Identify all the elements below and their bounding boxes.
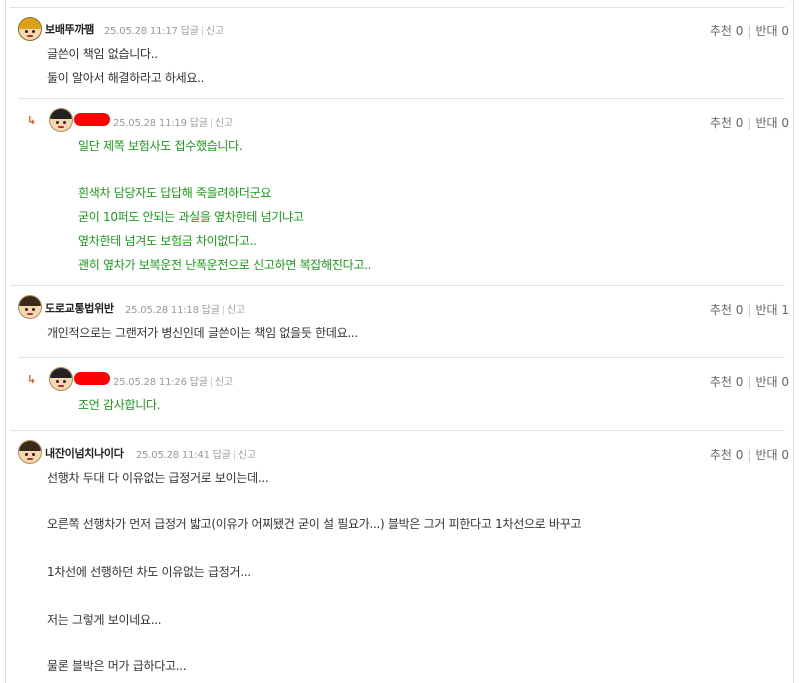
avatar[interactable] <box>49 367 73 391</box>
avatar[interactable] <box>18 295 42 319</box>
comment-text: 일단 제쪽 보험사도 접수했습니다. <box>78 139 243 153</box>
avatar[interactable] <box>18 17 42 41</box>
timestamp: 25.05.28 11:26 <box>113 377 187 388</box>
reply-arrow-icon: ↳ <box>27 373 37 386</box>
author-name[interactable]: 내잔이넘치나이다 <box>45 445 124 461</box>
downvote-button[interactable]: 반대 1 <box>755 303 789 317</box>
reply-link[interactable]: 답글 <box>202 305 220 316</box>
comment-text: 흰색차 담당자도 답답해 죽을려하더군요 <box>78 186 272 200</box>
report-link[interactable]: 신고 <box>215 118 233 129</box>
comment-meta: 25.05.28 11:18 답글 | 신고 <box>125 305 245 316</box>
divider <box>10 285 785 286</box>
divider <box>18 98 785 99</box>
downvote-button[interactable]: 반대 0 <box>755 116 789 130</box>
vote-box: 추천 0 | 반대 0 <box>709 24 789 38</box>
comment-text: 괜히 옆차가 보복운전 난폭운전으로 신고하면 복잡해진다고.. <box>78 258 372 272</box>
vote-box: 추천 0 | 반대 0 <box>709 375 789 389</box>
comment-text: 옆차한테 넘겨도 보험금 차이없다고.. <box>78 234 257 248</box>
comment-text: 둘이 알아서 해결하라고 하세요.. <box>47 71 205 85</box>
comment-list <box>5 0 794 683</box>
vote-box: 추천 0 | 반대 0 <box>709 116 789 130</box>
reply-link[interactable]: 답글 <box>190 118 208 129</box>
downvote-button[interactable]: 반대 0 <box>755 375 789 389</box>
comment-text: 선행차 두대 다 이유없는 급정거로 보이는데... <box>47 471 269 485</box>
upvote-button[interactable]: 추천 0 <box>710 303 744 317</box>
timestamp: 25.05.28 11:18 <box>125 305 199 316</box>
downvote-button[interactable]: 반대 0 <box>755 448 789 462</box>
timestamp: 25.05.28 11:17 <box>104 26 178 37</box>
reply-link[interactable]: 답글 <box>213 450 231 461</box>
avatar[interactable] <box>18 440 42 464</box>
timestamp: 25.05.28 11:19 <box>113 118 187 129</box>
reply-link[interactable]: 답글 <box>190 377 208 388</box>
comment-text: 굳이 10퍼도 안되는 과실을 옆차한테 넘기냐고 <box>78 210 304 224</box>
divider <box>10 7 785 8</box>
comment-meta: 25.05.28 11:26 답글 | 신고 <box>113 377 233 388</box>
reply-link[interactable]: 답글 <box>181 26 199 37</box>
divider <box>10 430 785 431</box>
comment-text: 물론 블박은 머가 급하다고... <box>47 659 187 673</box>
upvote-button[interactable]: 추천 0 <box>710 375 744 389</box>
author-name[interactable]: 도로교통법위반 <box>45 300 114 316</box>
downvote-button[interactable]: 반대 0 <box>755 24 789 38</box>
reply-arrow-icon: ↳ <box>27 114 37 127</box>
upvote-button[interactable]: 추천 0 <box>710 116 744 130</box>
upvote-button[interactable]: 추천 0 <box>710 448 744 462</box>
comment-text: 오른쪽 선행차가 먼저 급정거 밟고(이유가 어찌됐건 굳이 설 필요가...)… <box>47 517 582 531</box>
comment-meta: 25.05.28 11:17 답글 | 신고 <box>104 26 224 37</box>
comment-text: 글쓴이 책임 없습니다.. <box>47 47 158 61</box>
comment-text: 1차선에 선행하던 차도 이유없는 급정거... <box>47 565 251 579</box>
upvote-button[interactable]: 추천 0 <box>710 24 744 38</box>
avatar[interactable] <box>49 108 73 132</box>
comment-meta: 25.05.28 11:19 답글 | 신고 <box>113 118 233 129</box>
report-link[interactable]: 신고 <box>206 26 224 37</box>
vote-box: 추천 0 | 반대 0 <box>709 448 789 462</box>
report-link[interactable]: 신고 <box>215 377 233 388</box>
comment-text: 조언 감사합니다. <box>78 398 161 412</box>
redacted-author-name <box>74 113 110 126</box>
report-link[interactable]: 신고 <box>238 450 256 461</box>
comment-text: 개인적으로는 그랜저가 병신인데 글쓴이는 책임 없을듯 한데요... <box>47 326 358 340</box>
author-name[interactable]: 보배뚜까팸 <box>45 21 94 37</box>
timestamp: 25.05.28 11:41 <box>136 450 210 461</box>
comment-meta: 25.05.28 11:41 답글 | 신고 <box>136 450 256 461</box>
vote-box: 추천 0 | 반대 1 <box>709 303 789 317</box>
divider <box>18 357 785 358</box>
redacted-author-name <box>74 372 110 385</box>
report-link[interactable]: 신고 <box>227 305 245 316</box>
comment-text: 저는 그렇게 보이네요... <box>47 613 162 627</box>
